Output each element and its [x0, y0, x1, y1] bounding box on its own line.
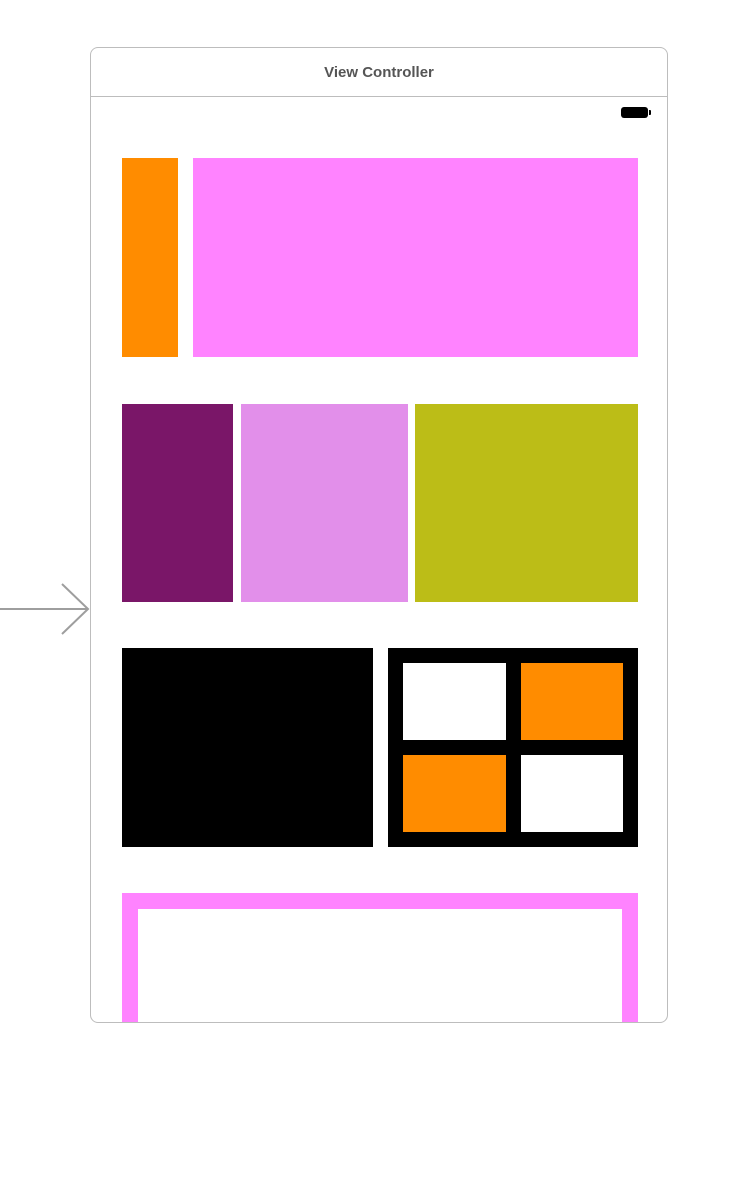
grid-container-view[interactable]	[388, 648, 638, 847]
grid-cell-white-bottom-right[interactable]	[521, 755, 623, 832]
grid-cell-orange-bottom-left[interactable]	[403, 755, 506, 832]
light-purple-view[interactable]	[241, 404, 408, 602]
orange-view[interactable]	[122, 158, 178, 357]
grid-cell-white-top-left[interactable]	[403, 663, 506, 740]
olive-view[interactable]	[415, 404, 638, 602]
black-view[interactable]	[122, 648, 373, 847]
magenta-bordered-view[interactable]	[122, 893, 638, 1022]
dark-purple-view[interactable]	[122, 404, 233, 602]
grid-cell-orange-top-right[interactable]	[521, 663, 623, 740]
entry-point-arrow-icon	[0, 583, 90, 635]
scene-title-bar[interactable]: View Controller	[91, 48, 667, 97]
magenta-view[interactable]	[193, 158, 638, 357]
scene-title: View Controller	[324, 63, 434, 81]
view-controller-scene[interactable]: View Controller	[90, 47, 668, 1023]
battery-icon	[621, 107, 651, 118]
